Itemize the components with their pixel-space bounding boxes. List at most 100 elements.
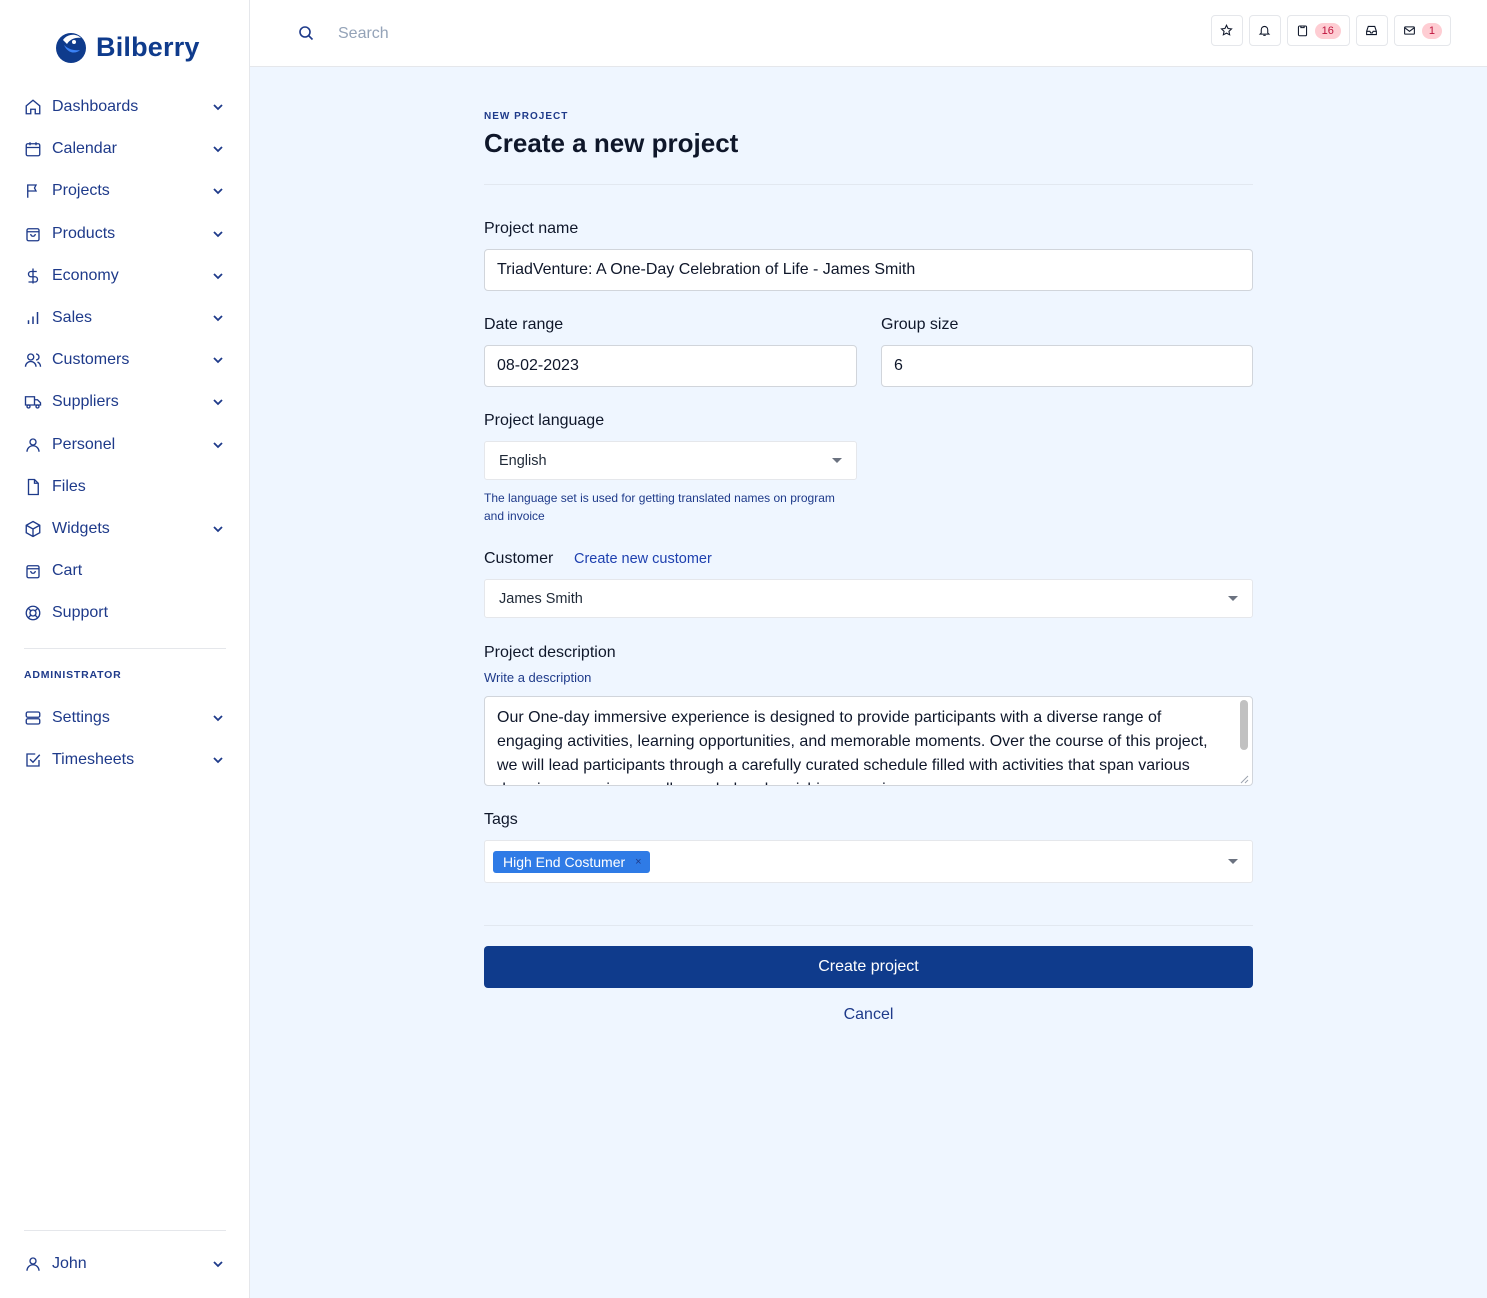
brand-logo[interactable]: Bilberry (54, 30, 200, 64)
sidebar-item-cart[interactable]: Cart (24, 550, 226, 592)
sidebar-item-label: Projects (52, 182, 110, 200)
sidebar-item-timesheets[interactable]: Timesheets (24, 739, 226, 781)
admin-nav: Settings Timesheets (24, 697, 226, 781)
search-icon (299, 26, 314, 41)
sidebar-item-projects[interactable]: Projects (24, 170, 226, 212)
bilberry-logo-icon (56, 33, 86, 63)
topbar: 16 1 (250, 0, 1487, 67)
user-icon (24, 436, 42, 454)
description-help-text: Write a description (484, 670, 592, 685)
favorites-button[interactable] (1210, 15, 1243, 46)
server-icon (24, 709, 42, 727)
sidebar-item-suppliers[interactable]: Suppliers (24, 381, 226, 423)
tags-label: Tags (484, 811, 518, 828)
project-name-input[interactable] (484, 249, 1253, 291)
sidebar-item-label: Calendar (52, 140, 117, 158)
sidebar-item-label: Widgets (52, 519, 110, 537)
customer-label: Customer (484, 550, 554, 567)
date-range-label: Date range (484, 316, 564, 333)
chevron-down-icon (213, 715, 223, 722)
sidebar-item-sales[interactable]: Sales (24, 297, 226, 339)
project-language-select[interactable]: English (484, 441, 857, 480)
chevron-down-icon (213, 273, 223, 280)
project-language-value: English (499, 452, 547, 469)
users-icon (24, 351, 42, 369)
page-eyebrow: NEW PROJECT (484, 111, 569, 122)
sidebar-item-label: Personel (52, 435, 116, 453)
sidebar-item-support[interactable]: Support (24, 592, 226, 634)
messages-button[interactable]: 1 (1393, 15, 1451, 46)
dollar-icon (24, 267, 42, 285)
project-language-label: Project language (484, 412, 605, 429)
sidebar-item-customers[interactable]: Customers (24, 339, 226, 381)
sidebar-item-personel[interactable]: Personel (24, 424, 226, 466)
user-icon (24, 1255, 42, 1273)
chevron-down-icon (213, 526, 223, 533)
resize-handle-icon[interactable] (1239, 774, 1249, 784)
header-divider (484, 184, 1253, 185)
chevron-down-icon (213, 399, 223, 406)
user-name: John (52, 1255, 87, 1273)
dropdown-caret-icon (1228, 596, 1238, 601)
project-name-label: Project name (484, 220, 579, 237)
sidebar-item-label: Sales (52, 309, 93, 327)
mail-icon (1403, 26, 1415, 35)
tasks-count-badge: 16 (1314, 22, 1341, 39)
create-new-customer-link[interactable]: Create new customer (574, 551, 712, 567)
group-size-label: Group size (881, 316, 959, 333)
footer-divider (484, 925, 1253, 926)
bar-chart-icon (24, 309, 42, 327)
sidebar-item-settings[interactable]: Settings (24, 697, 226, 739)
sidebar-item-files[interactable]: Files (24, 466, 226, 508)
language-help-text: The language set is used for getting tra… (484, 491, 835, 523)
sidebar-item-dashboards[interactable]: Dashboards (24, 86, 226, 128)
cancel-button[interactable]: Cancel (484, 1006, 1253, 1024)
tags-select[interactable]: High End Costumer × (484, 840, 1253, 883)
bell-icon (1258, 25, 1271, 36)
chevron-down-icon (213, 188, 223, 195)
shopping-bag-icon (24, 225, 42, 243)
sidebar-item-economy[interactable]: Economy (24, 255, 226, 297)
date-range-input[interactable] (484, 345, 857, 387)
cube-icon (24, 520, 42, 538)
inbox-button[interactable] (1355, 15, 1388, 46)
sidebar-item-label: Timesheets (52, 751, 135, 769)
tasks-button[interactable]: 16 (1286, 15, 1350, 46)
page-title: Create a new project (484, 128, 739, 158)
chevron-down-icon (213, 315, 223, 322)
sidebar-item-label: Dashboards (52, 98, 139, 116)
star-icon (1220, 24, 1233, 36)
tag-remove-icon[interactable]: × (635, 856, 641, 868)
sidebar-item-label: Products (52, 224, 116, 242)
customer-value: James Smith (499, 590, 583, 607)
chevron-down-icon (213, 231, 223, 237)
sidebar-item-products[interactable]: Products (24, 213, 226, 255)
user-menu-toggle[interactable]: John (24, 1243, 226, 1285)
tag-label: High End Costumer (503, 853, 626, 870)
chevron-down-icon (213, 357, 223, 364)
create-project-button[interactable]: Create project (484, 946, 1253, 988)
sidebar: Bilberry Dashboards Calendar Projects Pr… (0, 0, 250, 1298)
messages-count-badge: 1 (1421, 22, 1442, 39)
dropdown-caret-icon (1228, 859, 1238, 864)
calendar-icon (24, 140, 42, 158)
sidebar-item-widgets[interactable]: Widgets (24, 508, 226, 550)
chevron-down-icon (213, 757, 223, 764)
search-input[interactable] (338, 20, 738, 48)
main-nav: Dashboards Calendar Projects Products Ec… (24, 86, 226, 634)
sidebar-item-calendar[interactable]: Calendar (24, 128, 226, 170)
textarea-scrollbar[interactable] (1240, 700, 1248, 750)
topbar-actions: 16 1 (1210, 15, 1451, 46)
admin-section-label: ADMINISTRATOR (24, 669, 122, 681)
file-icon (24, 478, 42, 496)
lifebuoy-icon (24, 604, 42, 622)
sidebar-item-label: Cart (52, 562, 83, 580)
chevron-down-icon (213, 146, 223, 153)
notifications-button[interactable] (1248, 15, 1281, 46)
project-description-textarea[interactable]: Our One-day immersive experience is desi… (484, 696, 1253, 786)
sidebar-item-label: Customers (52, 351, 130, 369)
sidebar-item-label: Suppliers (52, 393, 119, 411)
customer-select[interactable]: James Smith (484, 579, 1253, 618)
chevron-down-icon (213, 104, 223, 111)
group-size-input[interactable] (881, 345, 1253, 387)
